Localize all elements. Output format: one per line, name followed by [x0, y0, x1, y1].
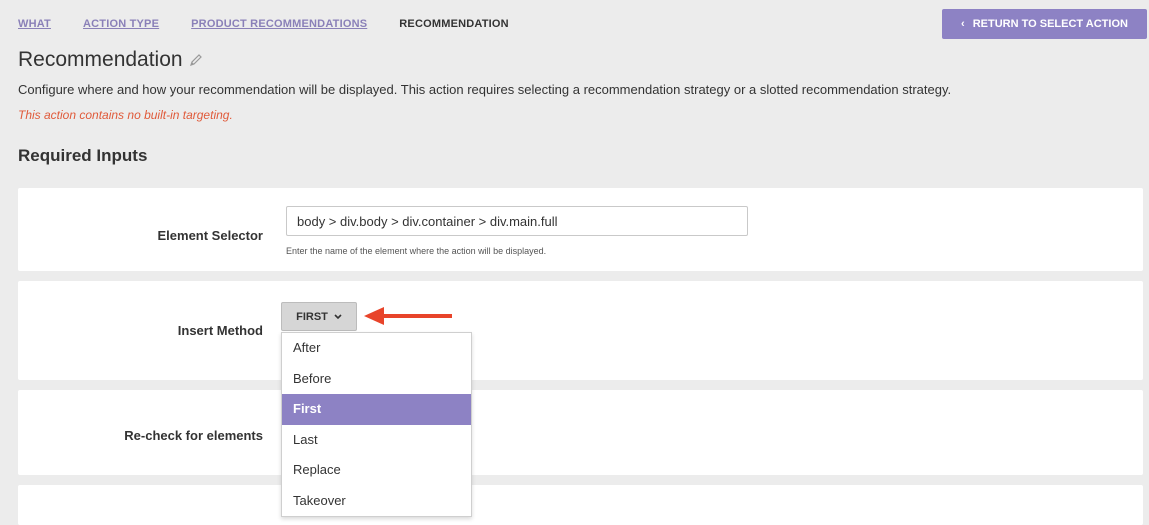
element-selector-card: Element Selector Enter the name of the e… [18, 188, 1143, 271]
page-title: Recommendation [18, 48, 183, 71]
breadcrumb-product-recommendations[interactable]: PRODUCT RECOMMENDATIONS [191, 18, 367, 30]
option-first[interactable]: First [282, 394, 471, 425]
option-before[interactable]: Before [282, 364, 471, 395]
chevron-down-icon [334, 313, 342, 319]
option-replace[interactable]: Replace [282, 455, 471, 486]
title-row: Recommendation [18, 48, 203, 72]
element-selector-label: Element Selector [157, 228, 264, 243]
recheck-label: Re-check for elements [124, 428, 263, 443]
breadcrumb-current: RECOMMENDATION [399, 18, 509, 30]
element-selector-input[interactable] [286, 206, 748, 236]
red-arrow-icon [364, 307, 452, 325]
return-to-select-action-button[interactable]: ‹ RETURN TO SELECT ACTION [942, 9, 1147, 39]
targeting-warning: This action contains no built-in targeti… [18, 108, 233, 122]
option-last[interactable]: Last [282, 425, 471, 456]
insert-method-select[interactable]: FIRST [281, 302, 357, 331]
recheck-card: Re-check for elements [18, 390, 1143, 475]
insert-method-selected: FIRST [296, 310, 328, 323]
insert-method-card: Insert Method [18, 281, 1143, 380]
chevron-left-icon: ‹ [961, 18, 965, 30]
page-description: Configure where and how your recommendat… [18, 82, 952, 97]
breadcrumb: WHAT ACTION TYPE PRODUCT RECOMMENDATIONS… [18, 18, 541, 30]
element-selector-hint: Enter the name of the element where the … [286, 246, 547, 256]
section-title: Required Inputs [18, 146, 148, 165]
option-takeover[interactable]: Takeover [282, 486, 471, 517]
breadcrumb-action-type[interactable]: ACTION TYPE [83, 18, 159, 30]
pencil-icon[interactable] [189, 53, 203, 67]
return-button-label: RETURN TO SELECT ACTION [972, 18, 1128, 30]
insert-method-dropdown: After Before First Last Replace Takeover [281, 332, 472, 517]
breadcrumb-what[interactable]: WHAT [18, 18, 51, 30]
option-after[interactable]: After [282, 333, 471, 364]
next-card [18, 485, 1143, 525]
insert-method-label: Insert Method [177, 323, 263, 338]
